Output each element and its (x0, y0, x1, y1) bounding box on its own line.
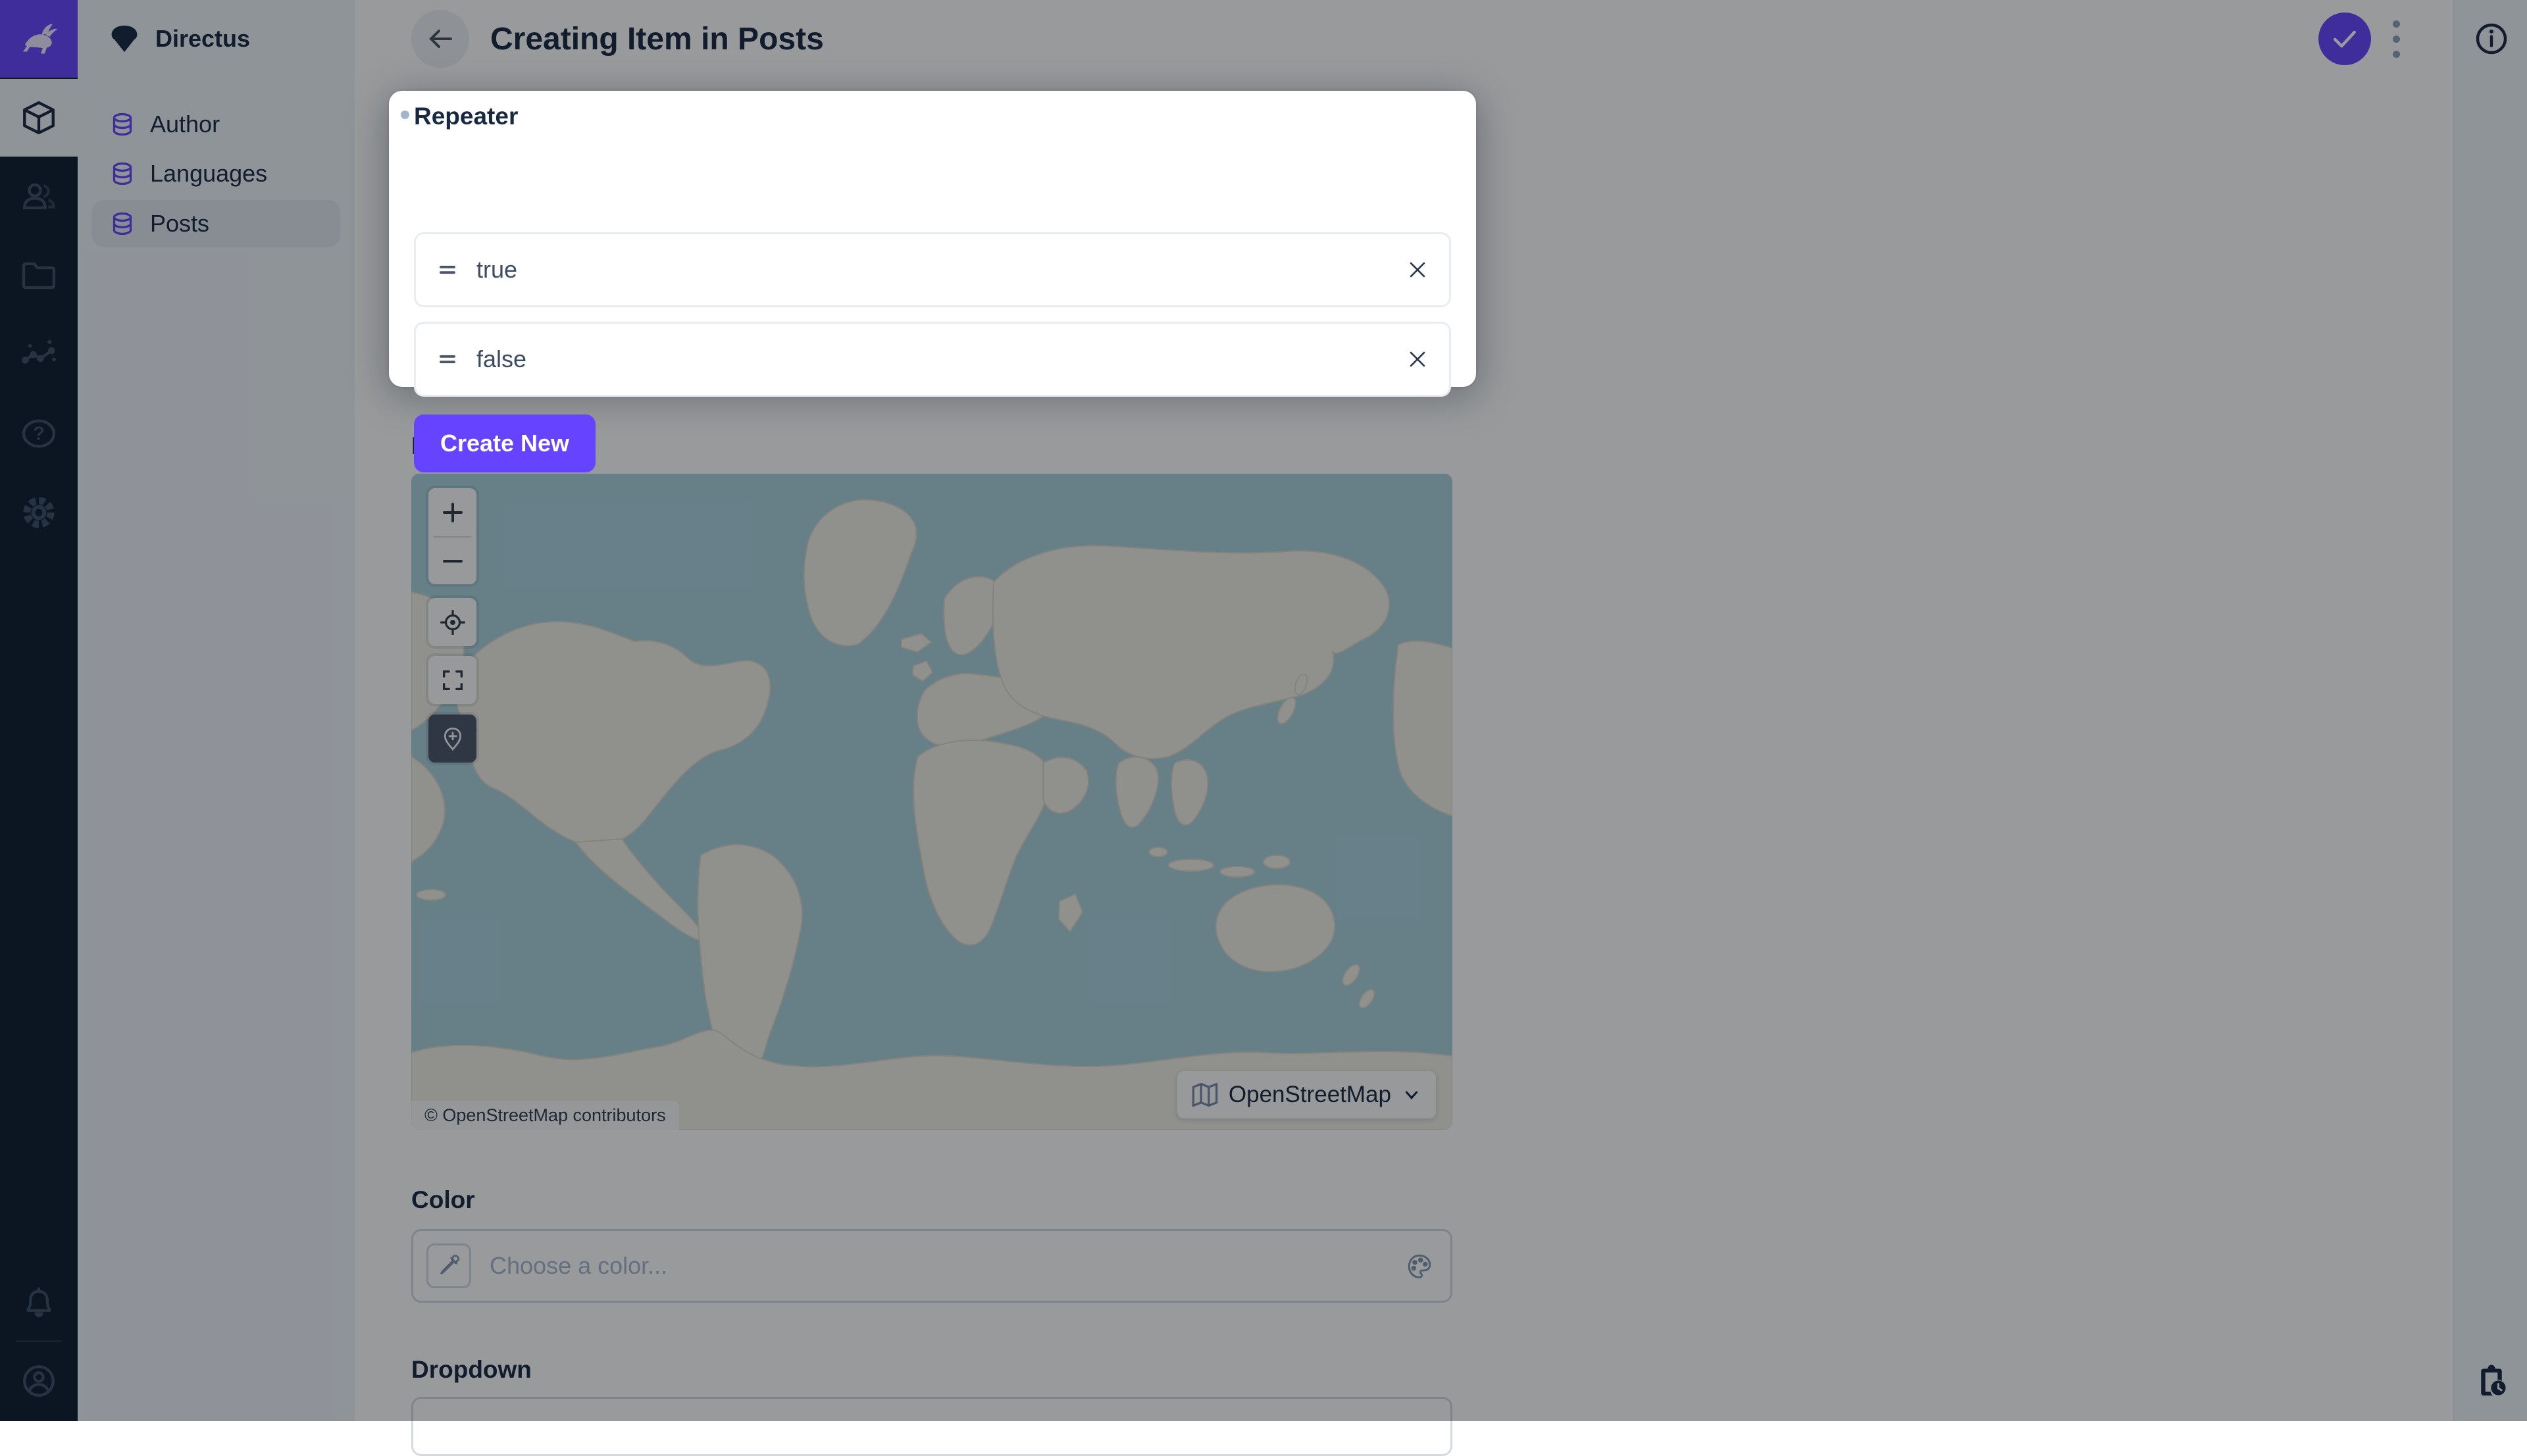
repeater-row (414, 232, 1451, 307)
repeater-row-input[interactable] (475, 255, 1402, 284)
repeater-row-input[interactable] (475, 345, 1402, 374)
close-icon (1406, 348, 1429, 370)
remove-row-button[interactable] (1402, 254, 1433, 286)
create-new-button[interactable]: Create New (414, 414, 596, 472)
drag-handle-icon[interactable] (434, 257, 461, 283)
drag-handle-icon[interactable] (434, 346, 461, 372)
field-edited-dot (401, 111, 409, 119)
repeater-field-label: Repeater (414, 103, 518, 130)
repeater-row (414, 322, 1451, 397)
remove-row-button[interactable] (1402, 343, 1433, 375)
repeater-panel: Repeater Create New (389, 91, 1476, 387)
close-icon (1406, 259, 1429, 281)
